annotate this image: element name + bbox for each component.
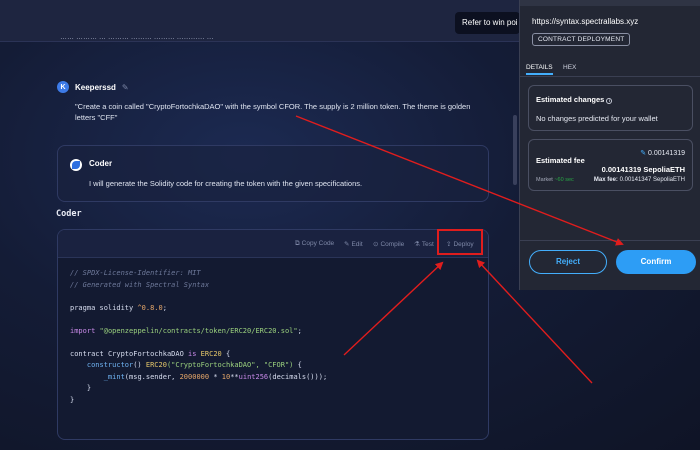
estimated-changes-title: Estimated changes i — [536, 95, 613, 104]
user-name: Keeperssd — [75, 82, 116, 92]
max-fee: Max fee: 0.00141347 SepoliaETH — [593, 177, 685, 183]
refer-tooltip: Refer to win poi — [455, 12, 520, 34]
wallet-popup: https://syntax.spectrallabs.xyz CONTRACT… — [519, 0, 700, 290]
test-icon: ⚗ — [414, 241, 420, 248]
estimated-changes-text: No changes predicted for your wallet — [536, 114, 658, 123]
coder-logo-icon — [70, 159, 82, 171]
user-avatar: K — [57, 81, 69, 93]
test-button[interactable]: ⚗ Test — [414, 240, 434, 248]
deploy-highlight-box — [437, 229, 483, 255]
estimated-fee-amount: 0.00141319 SepoliaETH — [601, 165, 685, 174]
user-message-header: K Keeperssd ✎ — [57, 81, 129, 93]
compile-icon: ⊙ — [373, 241, 379, 248]
user-message: "Create a coin called "CryptoFortochkaDA… — [75, 102, 471, 122]
estimated-fee-label: Estimated fee — [536, 156, 585, 165]
previous-message-fragment: …… ……… … ……… ……… ……… ………… … — [60, 34, 214, 41]
tab-details[interactable]: DETAILS — [526, 64, 553, 75]
code-toolbar: ⧉ Copy Code ✎ Edit ⊙ Compile ⚗ Test ⇪ Deploy — [58, 230, 488, 258]
copy-code-button[interactable]: ⧉ Copy Code — [295, 240, 334, 248]
copy-icon: ⧉ — [295, 240, 300, 247]
wallet-tabs: DETAILS HEX — [520, 61, 700, 77]
compile-button[interactable]: ⊙ Compile — [373, 240, 404, 248]
info-icon[interactable]: i — [606, 98, 613, 104]
edit-fee-pencil-icon[interactable]: ✎ — [640, 150, 646, 157]
tab-hex[interactable]: HEX — [563, 64, 576, 71]
estimated-fee-fiat: ✎ 0.00141319 — [640, 150, 685, 157]
code-section-title: Coder — [56, 209, 82, 219]
confirm-button[interactable]: Confirm — [616, 250, 696, 274]
estimated-changes-card: Estimated changes i No changes predicted … — [528, 85, 693, 131]
code-content: // SPDX-License-Identifier: MIT // Gener… — [70, 269, 328, 404]
code-block: ⧉ Copy Code ✎ Edit ⊙ Compile ⚗ Test ⇪ Deploy … — [57, 229, 489, 440]
contract-deployment-badge: CONTRACT DEPLOYMENT — [532, 33, 631, 46]
coder-message-card: Coder I will generate the Solidity code … — [57, 145, 489, 202]
coder-name: Coder — [89, 159, 113, 168]
edit-button[interactable]: ✎ Edit — [344, 240, 363, 248]
coder-message: I will generate the Solidity code for cr… — [89, 179, 363, 188]
wallet-origin-url: https://syntax.spectrallabs.xyz — [532, 17, 639, 26]
wallet-header-strip — [520, 0, 700, 6]
wallet-divider — [520, 240, 700, 241]
edit-icon: ✎ — [344, 241, 350, 248]
scrollbar-thumb[interactable] — [513, 115, 517, 185]
fee-market-speed: Market ~60 sec — [536, 177, 574, 183]
edit-pencil-icon[interactable]: ✎ — [122, 83, 129, 92]
reject-button[interactable]: Reject — [529, 250, 607, 274]
top-bar: …… ……… … ……… ……… ……… ………… … — [0, 0, 520, 42]
estimated-fee-card: Estimated fee ✎ 0.00141319 0.00141319 Se… — [528, 139, 693, 191]
